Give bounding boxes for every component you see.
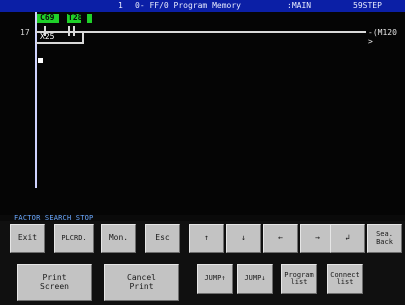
contact-2-symbol-b (73, 26, 75, 36)
enter-button[interactable]: ↲ (330, 224, 365, 253)
key-panel: Exit PLCRD. Mon. Esc ↑ ↓ ← → ↲ Sea. Back… (0, 221, 405, 305)
left-power-rail (35, 12, 37, 188)
arrow-up-button[interactable]: ↑ (189, 224, 224, 253)
monitor-button[interactable]: Mon. (101, 224, 136, 253)
header-module: :MAIN (287, 1, 312, 10)
connect-list-button[interactable]: Connect list (327, 264, 363, 294)
arrow-left-button[interactable]: ← (263, 224, 298, 253)
contact-1-label: C69 (40, 13, 55, 22)
ladder-area[interactable]: 17 C69 T28 X25 -(M120 > (0, 12, 405, 215)
branch-device: X25 (40, 32, 55, 41)
header-step: 59STEP (353, 1, 382, 10)
cancel-print-button[interactable]: Cancel Print (104, 264, 179, 301)
program-list-button[interactable]: Program list (281, 264, 317, 294)
contact-3-highlight (87, 14, 92, 23)
title-bar: 1 0- FF/0 Program Memory :MAIN 59STEP (0, 0, 405, 12)
header-title: 0- FF/0 Program Memory (135, 1, 241, 10)
row-number: 17 (20, 28, 30, 37)
header-index: 1 (118, 1, 123, 10)
ladder-cursor (38, 58, 43, 63)
exit-button[interactable]: Exit (10, 224, 45, 253)
plc-read-button[interactable]: PLCRD. (54, 224, 94, 253)
output-coil: -(M120 > (368, 28, 397, 46)
search-back-button[interactable]: Sea. Back (367, 224, 402, 253)
escape-button[interactable]: Esc (145, 224, 180, 253)
print-screen-button[interactable]: Print Screen (17, 264, 92, 301)
contact-2-symbol (68, 26, 70, 36)
jump-down-button[interactable]: JUMP↓ (237, 264, 273, 294)
contact-2-label: T28 (68, 13, 83, 22)
branch-line (36, 42, 84, 44)
arrow-down-button[interactable]: ↓ (226, 224, 261, 253)
rung-line (36, 31, 366, 33)
jump-up-button[interactable]: JUMP↑ (197, 264, 233, 294)
